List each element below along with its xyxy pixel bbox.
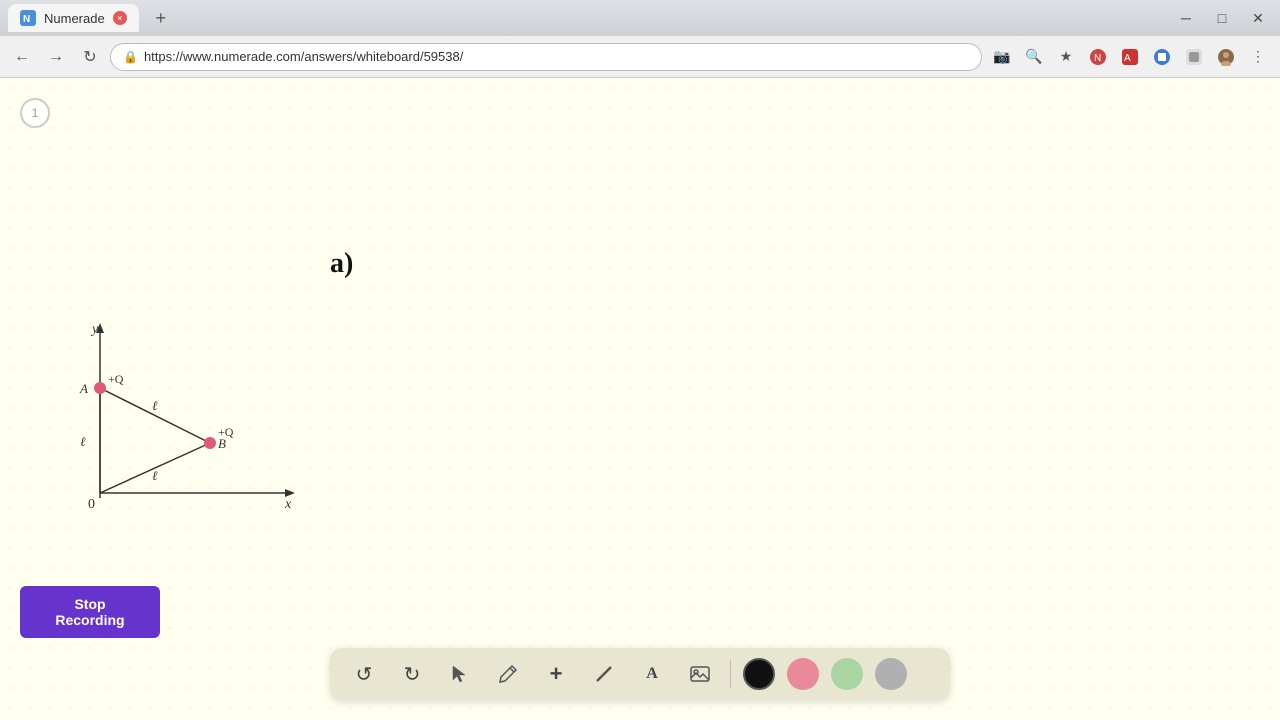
svg-text:0: 0 — [88, 497, 95, 512]
extension-icon-3[interactable] — [1148, 43, 1176, 71]
lock-icon: 🔒 — [123, 50, 138, 64]
svg-text:ℓ: ℓ — [152, 468, 158, 483]
address-bar[interactable]: 🔒 https://www.numerade.com/answers/white… — [110, 43, 982, 71]
extension-icon-1[interactable]: N — [1084, 43, 1112, 71]
text-icon: A — [646, 665, 658, 683]
text-tool-button[interactable]: A — [634, 656, 670, 692]
svg-text:ℓ: ℓ — [152, 398, 158, 413]
profile-icon[interactable] — [1212, 43, 1240, 71]
extension-icon-2[interactable]: A — [1116, 43, 1144, 71]
cast-icon[interactable]: 📷 — [988, 43, 1016, 71]
nav-icons-group: 📷 🔍 ★ N A — [988, 43, 1272, 71]
eraser-tool-button[interactable] — [586, 656, 622, 692]
search-icon[interactable]: 🔍 — [1020, 43, 1048, 71]
svg-text:A: A — [1124, 53, 1131, 64]
diagram-container: y x 0 A B +Q — [60, 318, 300, 543]
stop-recording-button[interactable]: Stop Recording — [20, 586, 160, 638]
pen-tool-button[interactable] — [490, 656, 526, 692]
svg-text:+Q: +Q — [108, 372, 124, 386]
title-bar: N Numerade × + ─ □ ✕ — [0, 0, 1280, 36]
svg-text:y: y — [90, 322, 99, 337]
line-icon — [594, 664, 614, 684]
color-green[interactable] — [831, 658, 863, 690]
numerade-logo-icon: N — [20, 10, 36, 26]
toolbar-divider — [730, 660, 731, 688]
forward-button[interactable]: → — [42, 43, 70, 71]
svg-text:ℓ: ℓ — [80, 434, 86, 449]
svg-text:x: x — [284, 497, 292, 512]
tab-close-button[interactable]: × — [113, 11, 127, 25]
restore-button[interactable]: □ — [1208, 4, 1236, 32]
svg-text:+Q: +Q — [218, 425, 234, 439]
close-button[interactable]: ✕ — [1244, 4, 1272, 32]
plus-icon: + — [550, 661, 563, 687]
undo-button[interactable]: ↺ — [346, 656, 382, 692]
add-tool-button[interactable]: + — [538, 656, 574, 692]
new-tab-button[interactable]: + — [147, 4, 175, 32]
tab-title: Numerade — [44, 11, 105, 26]
redo-button[interactable]: ↻ — [394, 656, 430, 692]
image-icon — [689, 663, 711, 685]
cursor-icon — [450, 664, 470, 684]
geometry-diagram: y x 0 A B +Q — [60, 318, 300, 538]
menu-icon[interactable]: ⋮ — [1244, 43, 1272, 71]
browser-frame: N Numerade × + ─ □ ✕ ← → — [0, 0, 1280, 720]
navigation-bar: ← → ↻ 🔒 https://www.numerade.com/answers… — [0, 36, 1280, 78]
svg-text:A: A — [79, 381, 88, 396]
back-button[interactable]: ← — [8, 43, 36, 71]
image-tool-button[interactable] — [682, 656, 718, 692]
color-pink[interactable] — [787, 658, 819, 690]
color-black[interactable] — [743, 658, 775, 690]
math-label: a) — [330, 248, 353, 280]
whiteboard-canvas[interactable]: 1 a) y x 0 — [0, 78, 1280, 720]
minimize-button[interactable]: ─ — [1172, 4, 1200, 32]
select-tool-button[interactable] — [442, 656, 478, 692]
bookmark-icon[interactable]: ★ — [1052, 43, 1080, 71]
page-indicator: 1 — [20, 98, 50, 128]
drawing-toolbar: ↺ ↻ + — [330, 648, 950, 700]
svg-text:N: N — [23, 14, 30, 25]
extension-icon-4[interactable] — [1180, 43, 1208, 71]
url-text: https://www.numerade.com/answers/whitebo… — [144, 49, 463, 64]
pen-icon — [498, 664, 518, 684]
window-controls: ─ □ ✕ — [1172, 4, 1272, 32]
svg-text:N: N — [1094, 53, 1101, 64]
refresh-button[interactable]: ↻ — [76, 43, 104, 71]
color-gray[interactable] — [875, 658, 907, 690]
browser-tab[interactable]: N Numerade × — [8, 4, 139, 32]
